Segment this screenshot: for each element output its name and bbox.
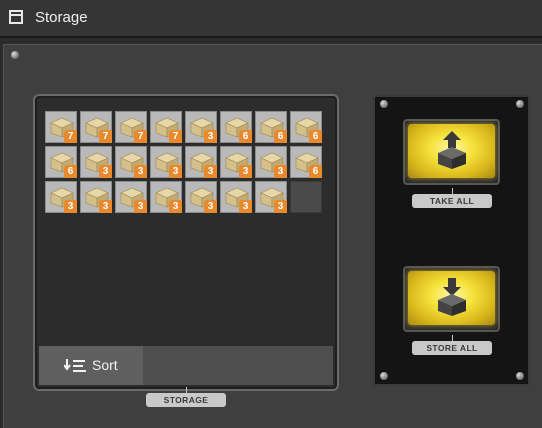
- item-count-badge: 3: [134, 165, 147, 178]
- inventory-slot[interactable]: 3: [80, 146, 112, 178]
- inventory-slot[interactable]: 3: [45, 181, 77, 213]
- inventory-slot[interactable]: 3: [115, 146, 147, 178]
- inventory-slot[interactable]: 6: [220, 111, 252, 143]
- inventory-slot[interactable]: 3: [150, 181, 182, 213]
- item-count-badge: 6: [64, 165, 77, 178]
- item-count-badge: 6: [309, 130, 322, 143]
- item-count-badge: 3: [134, 200, 147, 213]
- inventory-slot[interactable]: 3: [150, 146, 182, 178]
- item-count-badge: 7: [99, 130, 112, 143]
- storage-panel: 7 7 7 7 3 6 6 6 6 3 3 3 3 3 3 6 3 3 3 3 3 3 3 Sort STORAGE TAK…: [3, 44, 542, 428]
- screw-icon: [11, 51, 19, 59]
- sort-button[interactable]: Sort: [39, 346, 143, 385]
- item-count-badge: 3: [169, 165, 182, 178]
- storage-inventory: 7 7 7 7 3 6 6 6 6 3 3 3 3 3 3 6 3 3 3 3 3 3 3 Sort: [33, 94, 339, 391]
- item-count-badge: 6: [309, 165, 322, 178]
- item-count-badge: 3: [274, 200, 287, 213]
- screw-icon: [380, 372, 388, 380]
- action-panel: TAKE ALL STORE ALL: [373, 95, 530, 386]
- item-count-badge: 3: [239, 200, 252, 213]
- item-count-badge: 3: [99, 165, 112, 178]
- take-all-button[interactable]: [403, 119, 500, 185]
- item-count-badge: 6: [274, 130, 287, 143]
- item-count-badge: 3: [204, 200, 217, 213]
- item-count-badge: 7: [169, 130, 182, 143]
- item-count-badge: 3: [204, 130, 217, 143]
- sort-bar: Sort: [39, 346, 333, 385]
- inventory-slot[interactable]: 3: [220, 181, 252, 213]
- screw-icon: [380, 100, 388, 108]
- sort-label: Sort: [92, 357, 118, 373]
- item-count-badge: 3: [99, 200, 112, 213]
- inventory-slot-empty[interactable]: [290, 181, 322, 213]
- inventory-slot[interactable]: 3: [115, 181, 147, 213]
- inventory-slot[interactable]: 7: [45, 111, 77, 143]
- item-count-badge: 3: [274, 165, 287, 178]
- inventory-slot[interactable]: 6: [45, 146, 77, 178]
- inventory-slot[interactable]: 3: [255, 146, 287, 178]
- store-all-button[interactable]: [403, 266, 500, 332]
- take-all-label: TAKE ALL: [412, 188, 492, 208]
- screw-icon: [516, 372, 524, 380]
- inventory-slot[interactable]: 3: [185, 146, 217, 178]
- inventory-slot[interactable]: 6: [255, 111, 287, 143]
- inventory-slot[interactable]: 3: [185, 181, 217, 213]
- inventory-slot[interactable]: 3: [220, 146, 252, 178]
- screw-icon: [516, 100, 524, 108]
- inventory-slot[interactable]: 3: [80, 181, 112, 213]
- item-count-badge: 3: [64, 200, 77, 213]
- window-icon: [9, 10, 23, 24]
- storage-label: STORAGE: [146, 387, 226, 407]
- inventory-slot[interactable]: 7: [80, 111, 112, 143]
- title-bar: Storage: [0, 0, 542, 38]
- inventory-slot[interactable]: 6: [290, 111, 322, 143]
- inventory-slot[interactable]: 7: [150, 111, 182, 143]
- item-count-badge: 7: [64, 130, 77, 143]
- window-title: Storage: [35, 9, 88, 26]
- item-count-badge: 3: [204, 165, 217, 178]
- store-all-icon: [438, 278, 466, 316]
- inventory-slot[interactable]: 3: [185, 111, 217, 143]
- item-count-badge: 6: [239, 130, 252, 143]
- item-count-badge: 3: [239, 165, 252, 178]
- inventory-slot[interactable]: 3: [255, 181, 287, 213]
- inventory-slot[interactable]: 7: [115, 111, 147, 143]
- item-count-badge: 3: [169, 200, 182, 213]
- sort-icon: [64, 359, 86, 372]
- store-all-label: STORE ALL: [412, 335, 492, 355]
- item-count-badge: 7: [134, 130, 147, 143]
- take-all-icon: [438, 131, 466, 169]
- inventory-slot[interactable]: 6: [290, 146, 322, 178]
